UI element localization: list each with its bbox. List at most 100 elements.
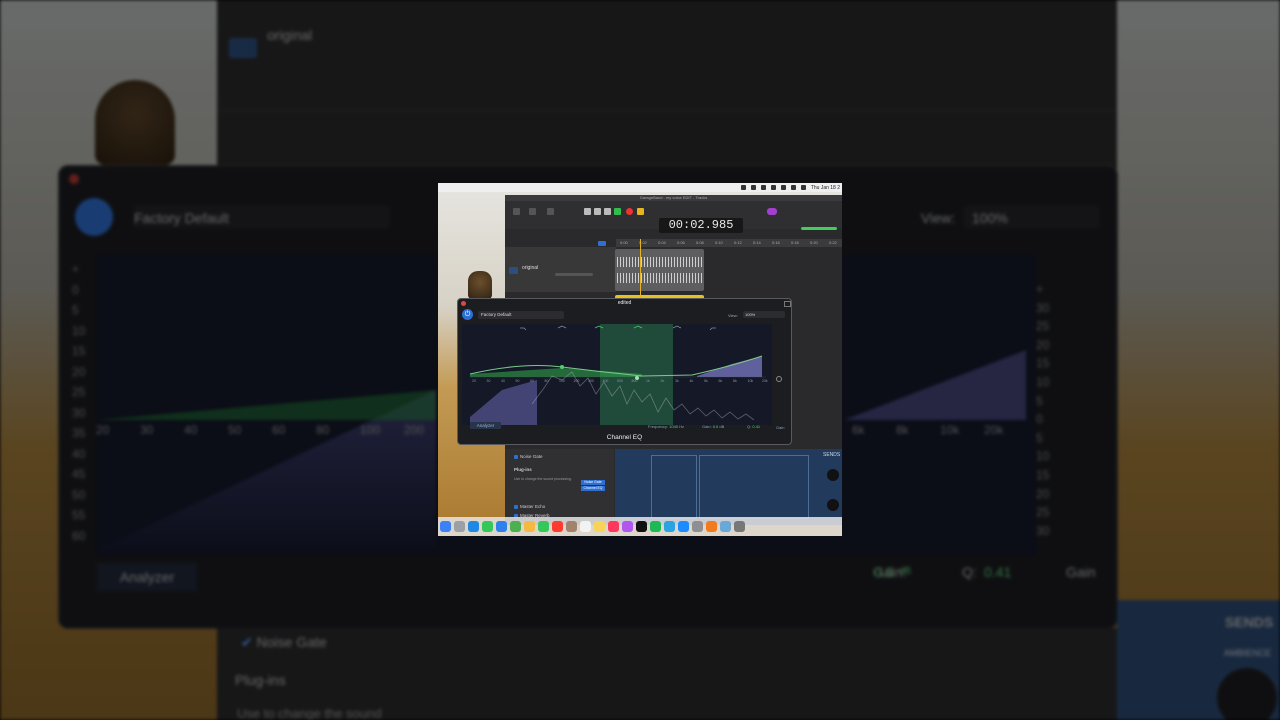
bg-db-tick: +: [72, 262, 80, 276]
mac-screen: Thu Jan 18 2 GarageBand - my voice EDIT …: [438, 183, 842, 536]
preview-icon[interactable]: [720, 521, 731, 532]
facetime-icon[interactable]: [538, 521, 549, 532]
contacts-icon[interactable]: [566, 521, 577, 532]
output-gain-knob[interactable]: [776, 376, 782, 382]
eq-window-title: edited: [617, 300, 632, 306]
eq-graph-svg: 20 30 40 50 60 80 100 200 300 400 500 800 1k 2k 3k 4k 5k…: [469, 324, 768, 425]
messages-icon[interactable]: [482, 521, 493, 532]
bg-freq-tick: 30: [140, 423, 154, 437]
track-name[interactable]: original: [522, 265, 538, 271]
tv-icon[interactable]: [636, 521, 647, 532]
bg-sends-panel: SENDS AMBIENCE: [1117, 600, 1280, 720]
bg-db-tick: 0: [72, 282, 79, 297]
bg-db-tick: 10: [72, 323, 86, 338]
mail-icon[interactable]: [496, 521, 507, 532]
eq-graph[interactable]: 20 30 40 50 60 80 100 200 300 400 500 800 1k 2k 3k 4k 5k…: [462, 324, 772, 425]
master-echo-checkbox[interactable]: Master Echo: [514, 504, 545, 509]
ruler-tick: 0:06: [677, 240, 685, 245]
smart-controls-icon[interactable]: [547, 208, 554, 215]
channel-eq-window: edited ⏻ Factory Default View: 100% 20 3…: [457, 298, 792, 445]
gain-readout[interactable]: Gain: 0.0 dB: [702, 424, 724, 429]
launchpad-icon[interactable]: [454, 521, 465, 532]
freq-tick-label: 40: [501, 379, 505, 383]
forward-icon[interactable]: [594, 208, 601, 215]
library-icon[interactable]: [513, 208, 520, 215]
bg-gain-value: 0.0: [874, 564, 894, 580]
lcd-time-display[interactable]: 00:02.985: [659, 218, 743, 233]
freq-tick-label: 3k: [675, 379, 679, 383]
bg-db-tick: 5: [72, 303, 79, 317]
menubar-status-icon[interactable]: [760, 185, 766, 190]
plugin-slot-channel-eq[interactable]: Channel EQ: [581, 486, 605, 491]
bg-db-tick: 10: [1036, 375, 1050, 389]
reverb-knob[interactable]: [827, 499, 839, 511]
sends-label: SENDS: [823, 452, 841, 458]
ruler-tick: 0:14: [753, 240, 761, 245]
bg-db-tick: 15: [72, 344, 86, 358]
frequency-readout[interactable]: Frequency: 1040 Hz: [648, 424, 684, 429]
bg-analyzer: Analyzer: [97, 563, 197, 591]
play-icon[interactable]: [614, 208, 621, 215]
photos-icon[interactable]: [524, 521, 535, 532]
ruler-tick: 0:20: [810, 240, 818, 245]
tuner-icon[interactable]: [767, 208, 777, 215]
freq-tick-label: 50: [516, 379, 520, 383]
spotify-icon[interactable]: [650, 521, 661, 532]
bg-db-tick: 5: [1036, 430, 1043, 445]
safari-icon[interactable]: [468, 521, 479, 532]
podcasts-icon[interactable]: [622, 521, 633, 532]
search-icon[interactable]: [800, 185, 806, 190]
music-icon[interactable]: [608, 521, 619, 532]
bg-track-divider: [217, 110, 1117, 111]
menubar-status-icon[interactable]: [740, 185, 746, 190]
track-volume-slider[interactable]: [555, 273, 593, 276]
master-volume-slider[interactable]: [801, 227, 837, 230]
ambience-knob[interactable]: [827, 469, 839, 481]
ruler-tick: 0:18: [791, 240, 799, 245]
cycle-icon[interactable]: [637, 208, 644, 215]
finder-icon[interactable]: [440, 521, 451, 532]
giraffe-image: [95, 80, 175, 165]
garageband-icon[interactable]: [706, 521, 717, 532]
band-node[interactable]: [560, 365, 564, 369]
giraffe-image: [468, 271, 492, 299]
q-readout[interactable]: Q: 0.41: [747, 424, 760, 429]
menubar-status-icon[interactable]: [780, 185, 786, 190]
appstore-icon[interactable]: [678, 521, 689, 532]
noise-gate-checkbox[interactable]: Noise Gate: [514, 454, 543, 459]
menubar-status-icon[interactable]: [750, 185, 756, 190]
rewind-icon[interactable]: [584, 208, 591, 215]
trash-icon[interactable]: [734, 521, 745, 532]
audio-region[interactable]: [615, 249, 704, 291]
freq-tick-label: 5k: [704, 379, 708, 383]
freq-tick-label: 4k: [690, 379, 694, 383]
record-icon[interactable]: [626, 208, 633, 215]
notes-icon[interactable]: [594, 521, 605, 532]
preset-dropdown[interactable]: Factory Default: [478, 311, 564, 319]
playhead[interactable]: [640, 239, 641, 299]
maps-icon[interactable]: [510, 521, 521, 532]
bg-db-tick: 30: [72, 405, 86, 420]
help-icon[interactable]: [529, 208, 536, 215]
settings-icon[interactable]: [692, 521, 703, 532]
plugin-slot-noise-gate[interactable]: Noise Gate: [581, 480, 605, 485]
freq-tick-label: 10k: [748, 379, 754, 383]
compare-icon[interactable]: [784, 301, 791, 307]
stop-icon[interactable]: [604, 208, 611, 215]
reminders-icon[interactable]: [580, 521, 591, 532]
close-icon[interactable]: [461, 301, 466, 306]
analyzer-button[interactable]: Analyzer: [470, 422, 501, 429]
add-track-icon[interactable]: [598, 241, 606, 246]
menubar-clock[interactable]: Thu Jan 18 2: [811, 185, 840, 191]
calendar-icon[interactable]: [552, 521, 563, 532]
bg-db-tick: 20: [72, 364, 86, 379]
control-box: [699, 455, 809, 519]
bg-db-tick: 20: [1036, 337, 1050, 352]
power-icon[interactable]: ⏻: [462, 309, 473, 320]
bg-freq-tick: 40: [184, 423, 198, 437]
view-zoom-dropdown[interactable]: 100%: [743, 311, 785, 318]
wifi-icon[interactable]: [790, 185, 796, 190]
telegram-icon[interactable]: [664, 521, 675, 532]
timeline-ruler[interactable]: 0:00 0:02 0:04 0:06 0:08 0:10 0:12 0:14 0:16 0:18…: [616, 239, 842, 247]
menubar-status-icon[interactable]: [770, 185, 776, 190]
